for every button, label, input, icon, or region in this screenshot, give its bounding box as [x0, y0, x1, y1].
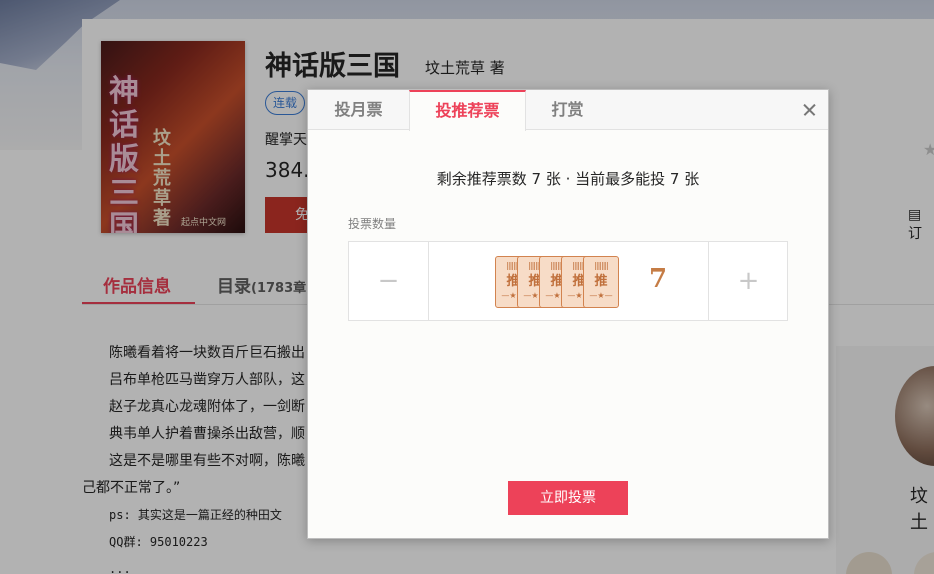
quantity-stepper: − |||||||| 推 —★— |||||||| 推 —★— |||||||| 推 —★— ||… — [348, 241, 788, 321]
tab-recommend-ticket[interactable]: 投推荐票 — [409, 90, 526, 131]
quantity-value: 7 — [649, 264, 668, 294]
vote-now-button[interactable]: 立即投票 — [508, 481, 628, 515]
tab-monthly-ticket[interactable]: 投月票 — [308, 90, 409, 130]
increase-button[interactable]: + — [708, 242, 788, 320]
ticket-label: 推 — [594, 274, 608, 289]
recommend-ticket-icon: |||||||| 推 —★— — [583, 256, 619, 308]
remaining-tickets-text: 剩余推荐票数 7 张 · 当前最多能投 7 张 — [436, 170, 700, 188]
tab-reward[interactable]: 打赏 — [526, 90, 609, 130]
ticket-stack: |||||||| 推 —★— |||||||| 推 —★— |||||||| 推 —★— ||||… — [495, 256, 625, 308]
decrease-button[interactable]: − — [349, 242, 429, 320]
quantity-label: 投票数量 — [348, 217, 397, 231]
ticket-perforation: |||||||| — [594, 261, 609, 270]
ticket-star: —★— — [589, 291, 613, 300]
close-icon[interactable] — [800, 100, 820, 120]
vote-dialog-tabs: 投月票 投推荐票 打赏 — [308, 90, 828, 131]
vote-dialog: 投月票 投推荐票 打赏 剩余推荐票数 7 张 · 当前最多能投 7 张 投票数量… — [307, 89, 829, 539]
